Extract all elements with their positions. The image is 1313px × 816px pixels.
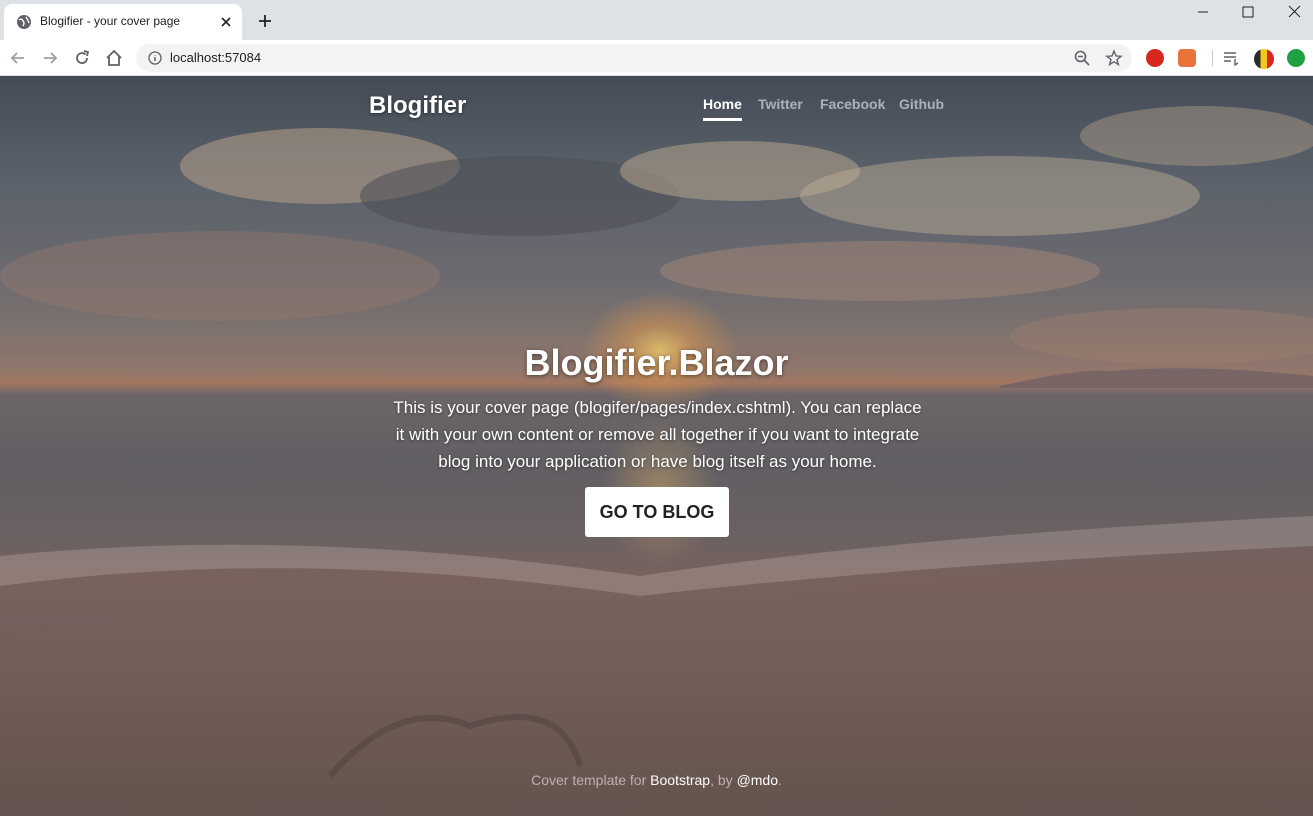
profile-avatar[interactable] [1254,49,1274,69]
forward-arrow-icon[interactable] [40,48,60,68]
close-icon[interactable] [218,14,234,30]
info-icon[interactable] [148,51,162,65]
nav-link-facebook[interactable]: Facebook [820,96,885,112]
home-icon[interactable] [104,48,124,68]
url-text[interactable]: localhost:57084 [170,50,261,65]
site-brand[interactable]: Blogifier [369,92,466,120]
browser-toolbar: localhost:57084 [0,40,1313,76]
opera-extension-icon[interactable] [1146,49,1164,67]
footer-suffix: . [778,772,782,788]
go-to-blog-button[interactable]: GO TO BLOG [585,487,729,537]
reading-list-icon[interactable] [1222,49,1240,67]
footer-link-bootstrap[interactable]: Bootstrap [650,772,710,788]
back-arrow-icon[interactable] [8,48,28,68]
tab-strip: Blogifier - your cover page [0,0,1313,40]
window-close-icon[interactable] [1277,2,1311,22]
minimize-icon[interactable] [1186,2,1220,22]
maximize-icon[interactable] [1231,2,1265,22]
nav-link-github[interactable]: Github [899,96,944,112]
footer-middle: , by [710,772,737,788]
update-icon[interactable] [1287,49,1305,67]
duckduckgo-extension-icon[interactable] [1178,49,1196,67]
zoom-icon[interactable] [1073,49,1091,67]
star-icon[interactable] [1105,49,1123,67]
globe-icon [17,15,31,29]
nav-link-twitter[interactable]: Twitter [758,96,803,112]
toolbar-separator [1212,50,1213,66]
nav-link-home[interactable]: Home [703,96,742,121]
tab-title: Blogifier - your cover page [40,14,181,28]
plus-icon[interactable] [256,12,274,30]
page-footer: Cover template for Bootstrap, by @mdo. [0,772,1313,788]
reload-icon[interactable] [72,48,92,68]
cover-page: Blogifier Home Twitter Facebook Github B… [0,76,1313,816]
hero-title: Blogifier.Blazor [524,342,789,383]
hero-description: This is your cover page (blogifer/pages/… [393,398,922,471]
footer-link-mdo[interactable]: @mdo [737,772,778,788]
footer-prefix: Cover template for [531,772,651,788]
address-bar[interactable]: localhost:57084 [136,44,1132,72]
browser-tab[interactable]: Blogifier - your cover page [4,4,242,40]
